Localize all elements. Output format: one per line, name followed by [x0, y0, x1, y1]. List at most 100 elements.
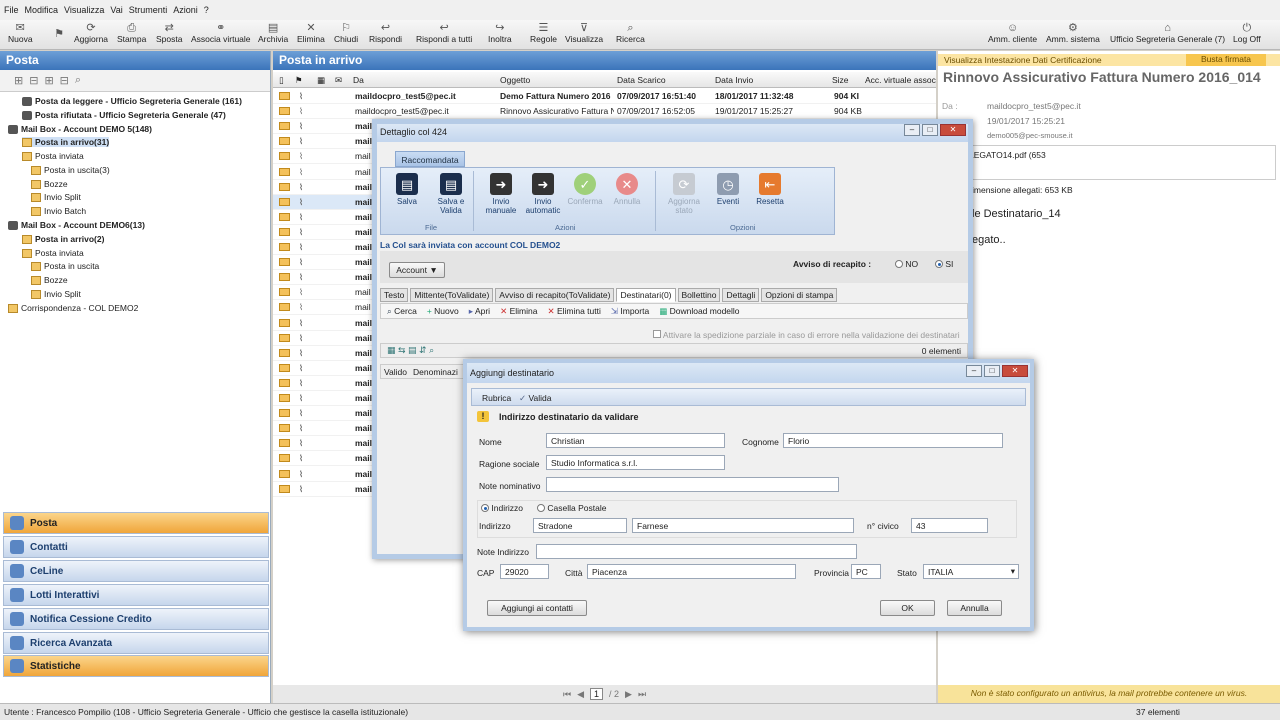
- next-page-icon[interactable]: ▶: [625, 689, 632, 700]
- nav-celine[interactable]: CeLine: [3, 560, 269, 582]
- archive-button[interactable]: ▤ Archivia: [258, 22, 288, 44]
- menu-vai[interactable]: Vai: [110, 5, 122, 15]
- street-type-field[interactable]: Stradone: [533, 518, 627, 533]
- folder-tree-item[interactable]: Bozze: [31, 275, 68, 285]
- delete-button[interactable]: ✕ Elimina: [297, 22, 325, 44]
- find-button[interactable]: ⌕ Cerca: [387, 306, 417, 317]
- close-icon[interactable]: ✕: [940, 124, 966, 136]
- tab-raccomandata[interactable]: Raccomandata: [395, 151, 465, 167]
- col-data-scarico[interactable]: Data Scarico: [617, 75, 666, 85]
- nav-ricerca-avanzata[interactable]: Ricerca Avanzata: [3, 632, 269, 654]
- nav-contatti[interactable]: Contatti: [3, 536, 269, 558]
- add-to-contacts-button[interactable]: Aggiungi ai contatti: [487, 600, 587, 616]
- confirm-button[interactable]: ✓ Conferma: [565, 173, 605, 206]
- cognome-field[interactable]: Florio: [783, 433, 1003, 448]
- nav-notifica-cessione-credito[interactable]: Notifica Cessione Credito: [3, 608, 269, 630]
- partial-send-checkbox[interactable]: Attivare la spedizione parziale in caso …: [653, 330, 960, 340]
- move-button[interactable]: ⇄ Sposta: [156, 22, 182, 44]
- menu-strumenti[interactable]: Strumenti: [129, 5, 168, 15]
- nome-field[interactable]: Christian: [546, 433, 725, 448]
- expand-icon[interactable]: ⊞: [14, 74, 23, 87]
- col-data-invio[interactable]: Data Invio: [715, 75, 753, 85]
- mail-row[interactable]: ⌇ maildocpro_test5@pec.it Demo Fattura Num…: [273, 89, 936, 104]
- expand-all-icon[interactable]: ⊞: [44, 74, 53, 87]
- refresh-status-button[interactable]: ⟳ Aggiorna stato: [664, 173, 704, 215]
- folder-tree-item[interactable]: Posta da leggere - Ufficio Segreteria Ge…: [22, 96, 242, 106]
- tab-destinatari[interactable]: Destinatari(0): [616, 288, 676, 302]
- office-button[interactable]: ⌂ Ufficio Segreteria Generale (7): [1110, 22, 1225, 44]
- tab-opzioni-stampa[interactable]: Opzioni di stampa: [761, 288, 838, 302]
- tab-avviso[interactable]: Avviso di recapito(ToValidate): [495, 288, 615, 302]
- add-button[interactable]: + Nuovo: [427, 306, 459, 316]
- nav-posta[interactable]: Posta: [3, 512, 269, 534]
- close-button[interactable]: ⚐ Chiudi: [334, 22, 358, 44]
- remove-button[interactable]: ✕ Elimina: [500, 306, 537, 317]
- pin-icon[interactable]: ⚑: [52, 28, 66, 40]
- folder-tree-item[interactable]: Posta in uscita(3): [31, 165, 110, 175]
- close-icon[interactable]: ✕: [1002, 365, 1028, 377]
- collapse-icon[interactable]: ⊟: [29, 74, 38, 87]
- citta-field[interactable]: Piacenza: [587, 564, 796, 579]
- provincia-field[interactable]: PC: [851, 564, 881, 579]
- nav-lotti-interattivi[interactable]: Lotti Interattivi: [3, 584, 269, 606]
- minimize-icon[interactable]: –: [966, 365, 982, 377]
- ragione-field[interactable]: Studio Informatica s.r.l.: [546, 455, 725, 470]
- admin-system-button[interactable]: ⚙ Amm. sistema: [1046, 22, 1100, 44]
- maximize-icon[interactable]: □: [922, 124, 938, 136]
- folder-tree-item[interactable]: Bozze: [31, 179, 68, 189]
- folder-tree-item[interactable]: Posta in uscita: [31, 261, 99, 271]
- folder-tree-item[interactable]: Posta inviata: [22, 151, 84, 161]
- col-acc-virtuale[interactable]: Acc. virtuale assoc: [865, 75, 936, 85]
- collapse-all-icon[interactable]: ⊟: [60, 74, 69, 87]
- menu-visualizza[interactable]: Visualizza: [64, 5, 104, 15]
- menu-azioni[interactable]: Azioni: [173, 5, 198, 15]
- civico-field[interactable]: 43: [911, 518, 988, 533]
- annulla-button[interactable]: Annulla: [947, 600, 1002, 616]
- folder-tree-item[interactable]: Posta in arrivo(31): [22, 137, 110, 147]
- reply-all-button[interactable]: ↩ Rispondi a tutti: [416, 22, 472, 44]
- minimize-icon[interactable]: –: [904, 124, 920, 136]
- ok-button[interactable]: OK: [880, 600, 935, 616]
- send-manual-button[interactable]: ➜ Invio manuale: [481, 173, 521, 215]
- page-input[interactable]: 1: [589, 688, 603, 700]
- account-dropdown[interactable]: Account ▼: [389, 262, 445, 278]
- rules-button[interactable]: ☰ Regole: [530, 22, 557, 44]
- folder-tree-item[interactable]: Posta rifiutata - Ufficio Segreteria Gen…: [22, 110, 226, 120]
- admin-client-button[interactable]: ☺ Amm. cliente: [988, 22, 1037, 44]
- indirizzo-radio[interactable]: Indirizzo: [481, 503, 523, 513]
- cap-field[interactable]: 29020: [500, 564, 549, 579]
- note-nominativo-field[interactable]: [546, 477, 839, 492]
- folder-tree-item[interactable]: Invio Split: [31, 192, 81, 202]
- nav-statistiche[interactable]: Statistiche: [3, 655, 269, 677]
- print-button[interactable]: ⎙ Stampa: [117, 22, 146, 44]
- reset-button[interactable]: ⇤ Resetta: [750, 173, 790, 206]
- attachment-item[interactable]: LEGATO14.pdf (653: [969, 150, 1046, 160]
- col-da[interactable]: Da: [353, 75, 364, 85]
- view-button[interactable]: ⊽ Visualizza: [565, 22, 603, 44]
- tab-testo[interactable]: Testo: [380, 288, 409, 302]
- first-page-icon[interactable]: ⏮: [563, 689, 571, 700]
- folder-tree-item[interactable]: Mail Box - Account DEMO6(13): [8, 220, 145, 230]
- cancel-button[interactable]: ✕ Annulla: [607, 173, 647, 206]
- grid-tools-icon[interactable]: ▦ ⇆ ▤ ⇵ ⌕: [387, 345, 434, 356]
- tab-dettagli[interactable]: Dettagli: [722, 288, 760, 302]
- col-size[interactable]: Size: [832, 75, 849, 85]
- certification-banner[interactable]: Visualizza Intestazione Dati Certificazi…: [938, 54, 1280, 66]
- si-radio[interactable]: SI: [935, 259, 953, 269]
- associate-virtual-button[interactable]: ⚭ Associa virtuale: [191, 22, 251, 44]
- casella-postale-radio[interactable]: Casella Postale: [537, 503, 606, 513]
- open-button[interactable]: ▸ Apri: [469, 306, 490, 317]
- stato-select[interactable]: ITALIA ▾: [923, 564, 1019, 579]
- last-page-icon[interactable]: ⏭: [638, 689, 646, 700]
- no-radio[interactable]: NO: [895, 259, 918, 269]
- folder-tree-item[interactable]: Posta inviata: [22, 248, 84, 258]
- new-button[interactable]: ✉ Nuova: [8, 22, 33, 44]
- search-button[interactable]: ⌕ Ricerca: [616, 22, 645, 44]
- rubrica-button[interactable]: Rubrica: [482, 393, 511, 403]
- folder-tree-item[interactable]: Invio Batch: [31, 206, 86, 216]
- folder-tree-item[interactable]: Mail Box - Account DEMO 5(148): [8, 124, 152, 134]
- mail-row[interactable]: ⌇ maildocpro_test5@pec.it Rinnovo Assicura…: [273, 104, 936, 120]
- col-denominazione[interactable]: Denominazi: [413, 367, 458, 377]
- forward-button[interactable]: ↪ Inoltra: [488, 22, 512, 44]
- logoff-button[interactable]: ⏻ Log Off: [1233, 22, 1261, 44]
